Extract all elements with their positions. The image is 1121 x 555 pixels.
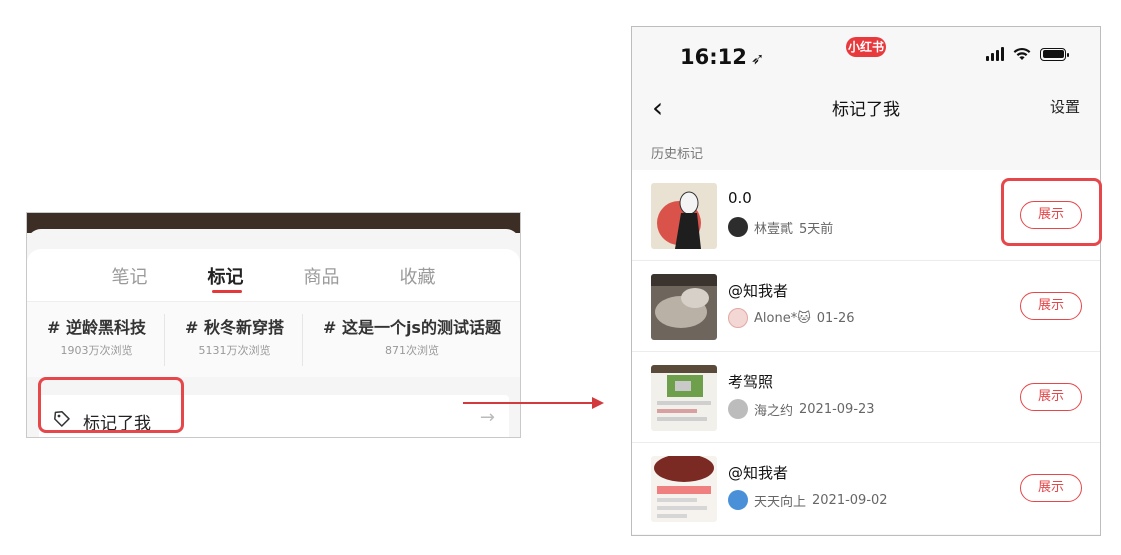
show-button[interactable]: 展示: [1020, 292, 1082, 320]
post-title: @知我者: [728, 464, 789, 482]
avatar: [728, 399, 748, 419]
topic-tag-views: 871次浏览: [384, 344, 439, 357]
topic-tag[interactable]: # 逆龄黑科技 1903万次浏览: [27, 314, 165, 366]
system-icons: [986, 47, 1069, 61]
connector-arrow-head: [592, 397, 604, 409]
list-item[interactable]: @知我者 Alone*🐱 01-26 展示: [632, 261, 1100, 352]
list-item[interactable]: @知我者 天天向上 2021-09-02 展示: [632, 443, 1100, 534]
post-thumbnail: [651, 274, 717, 340]
post-time: 2021-09-23: [799, 401, 875, 417]
status-bar: 16:12 ➶ 小红书: [632, 27, 1100, 87]
tab-marked[interactable]: 标记: [178, 249, 274, 301]
tab-favorites[interactable]: 收藏: [370, 249, 466, 301]
chevron-right-icon: →: [479, 407, 495, 428]
topic-tag-views: 1903万次浏览: [60, 344, 133, 357]
phone-screen: 16:12 ➶ 小红书 ‹ 标记了我 设置 历史标记 0.0 林壹貳 5天前 展…: [631, 26, 1101, 536]
user-name: 天天向上: [754, 494, 807, 510]
post-thumbnail: [651, 365, 717, 431]
location-arrow-icon: ➶: [750, 49, 765, 68]
signal-icon: [986, 47, 1004, 61]
post-thumbnail: [651, 456, 717, 522]
topic-tag-title: # 秋冬新穿搭: [184, 318, 284, 337]
topic-tag[interactable]: # 秋冬新穿搭 5131万次浏览: [165, 314, 303, 366]
highlight-box-right: [1001, 178, 1102, 246]
tab-notes[interactable]: 笔记: [82, 249, 178, 301]
profile-tabs: 笔记 标记 商品 收藏: [27, 249, 520, 301]
post-title: 考驾照: [728, 373, 774, 391]
user-name: 海之约: [754, 403, 794, 419]
nav-bar: ‹ 标记了我 设置: [632, 87, 1100, 135]
wifi-icon: [1013, 47, 1031, 60]
avatar: [728, 217, 748, 237]
topic-tags: # 逆龄黑科技 1903万次浏览 # 秋冬新穿搭 5131万次浏览 # 这是一个…: [27, 301, 520, 377]
topic-tag-title: # 这是一个js的测试话题: [322, 318, 501, 337]
user-name: 林壹貳: [754, 221, 794, 237]
avatar: [728, 490, 748, 510]
page-title: 标记了我: [832, 100, 900, 120]
post-time: 5天前: [799, 221, 834, 237]
avatar: [728, 308, 748, 328]
show-button[interactable]: 展示: [1020, 383, 1082, 411]
battery-icon: [1040, 47, 1069, 61]
connector-arrow-line: [463, 402, 593, 404]
post-meta: 林壹貳 5天前: [728, 217, 833, 237]
history-section-label: 历史标记: [651, 147, 704, 162]
stage: 笔记 标记 商品 收藏 # 逆龄黑科技 1903万次浏览 # 秋冬新穿搭 513…: [0, 0, 1121, 555]
topic-tag-title: # 逆龄黑科技: [47, 318, 146, 337]
tab-products[interactable]: 商品: [274, 249, 370, 301]
post-thumbnail: [651, 183, 717, 249]
app-badge: 小红书: [846, 37, 886, 57]
show-button[interactable]: 展示: [1020, 474, 1082, 502]
settings-link[interactable]: 设置: [1050, 96, 1080, 117]
post-time: 2021-09-02: [812, 492, 888, 508]
post-meta: 天天向上 2021-09-02: [728, 490, 888, 510]
user-name: Alone*🐱: [754, 310, 811, 326]
post-meta: 海之约 2021-09-23: [728, 399, 875, 419]
topic-tag-views: 5131万次浏览: [198, 344, 271, 357]
status-time-text: 16:12: [680, 45, 747, 69]
post-title: 0.0: [728, 189, 752, 207]
post-title: @知我者: [728, 282, 789, 300]
topic-tag[interactable]: # 这是一个js的测试话题 871次浏览: [303, 314, 519, 366]
highlight-box-left: [38, 377, 184, 433]
post-time: 01-26: [816, 310, 855, 326]
post-meta: Alone*🐱 01-26: [728, 308, 855, 328]
list-item[interactable]: 考驾照 海之约 2021-09-23 展示: [632, 352, 1100, 443]
status-time: 16:12 ➶: [680, 45, 764, 69]
